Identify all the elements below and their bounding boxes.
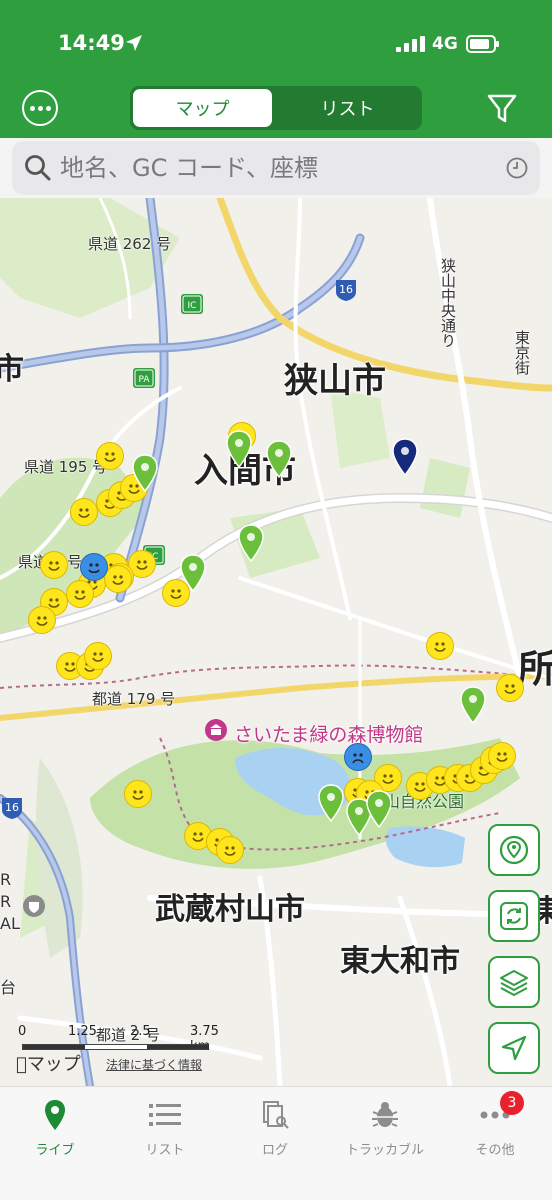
cache-pin[interactable] <box>180 554 206 593</box>
tab-list-view[interactable]: リスト <box>110 1097 220 1158</box>
road-label-kendo262: 県道 262 号 <box>88 235 172 253</box>
poi-label-museum[interactable]: さいたま緑の森博物館 <box>234 720 423 747</box>
apple-maps-logo: マップ <box>16 1054 81 1075</box>
search-icon <box>25 155 51 181</box>
notification-badge: 3 <box>500 1091 524 1115</box>
road-label-right: 東京街 <box>513 330 531 375</box>
military-base-icon <box>23 895 45 917</box>
battery-icon <box>466 35 499 53</box>
tab-list[interactable]: リスト <box>276 89 419 127</box>
tab-more[interactable]: その他 3 <box>440 1091 550 1158</box>
my-location-button[interactable] <box>488 1022 540 1074</box>
tab-log[interactable]: ログ <box>220 1097 330 1158</box>
airbase-letter: AL <box>0 914 20 933</box>
map-pin-icon <box>45 1100 65 1130</box>
geocache-marker[interactable] <box>84 642 112 670</box>
ic-label: IC <box>188 301 197 311</box>
geocache-marker[interactable] <box>488 742 516 770</box>
view-segmented-control: マップ リスト <box>130 86 422 130</box>
search-input[interactable] <box>60 149 500 187</box>
history-clock-icon[interactable] <box>505 156 529 180</box>
log-document-icon <box>263 1101 289 1129</box>
geocache-marker[interactable] <box>66 580 94 608</box>
road-label-kendo195: 県道 195 号 <box>24 458 108 476</box>
location-arrow-icon <box>126 35 142 51</box>
geocache-marker[interactable] <box>28 606 56 634</box>
trackable-bug-icon <box>372 1102 398 1127</box>
geocache-marker[interactable] <box>496 674 524 702</box>
tab-label: その他 <box>475 1143 515 1158</box>
search-bar <box>0 138 552 198</box>
cache-pin[interactable] <box>460 686 486 725</box>
app-header: 14:49 4G マップ リスト <box>0 0 552 138</box>
tab-label: ログ <box>261 1143 288 1158</box>
tab-map[interactable]: マップ <box>133 89 272 127</box>
road-label-todo179: 都道 179 号 <box>92 690 176 708</box>
refresh-map-button[interactable] <box>488 890 540 942</box>
place-label-sayama: 狭山市 <box>284 361 386 401</box>
legal-info-link[interactable]: 法律に基づく情報 <box>106 1056 202 1073</box>
scale-label: 0 <box>18 1024 27 1039</box>
route-16-shield: 16 <box>2 798 22 819</box>
geocache-marker[interactable] <box>426 632 454 660</box>
list-icon <box>149 1104 181 1126</box>
cache-pin[interactable] <box>226 430 252 469</box>
filter-icon[interactable] <box>486 92 518 126</box>
airbase-letter: R <box>0 892 12 911</box>
place-label-musashimurayama: 武蔵村山市 <box>155 892 305 927</box>
radar-location-icon <box>499 835 529 865</box>
geocache-marker[interactable] <box>216 836 244 864</box>
layers-icon <box>500 970 528 996</box>
museum-icon <box>205 719 227 741</box>
cache-pin[interactable] <box>266 440 292 479</box>
route-16-label: 16 <box>339 283 353 296</box>
tab-bar: ライブ リスト ログ トラッカブル その他 3 <box>0 1086 552 1200</box>
cache-pin[interactable] <box>132 454 158 493</box>
cellular-signal-icon <box>396 36 425 52</box>
map-base-layer <box>0 198 552 1086</box>
pa-label: PA <box>138 375 150 385</box>
route-16-shield: 16 <box>336 280 356 301</box>
pa-shield: PA <box>133 368 155 388</box>
geocache-marker[interactable] <box>124 780 152 808</box>
place-label-left-edge: 市 <box>0 352 24 387</box>
geocache-marker[interactable] <box>104 565 132 593</box>
cache-pin[interactable] <box>318 784 344 823</box>
refresh-icon <box>500 902 528 930</box>
ic-shield: IC <box>181 294 203 314</box>
location-arrow-icon <box>501 1035 527 1061</box>
geocache-marker[interactable] <box>96 442 124 470</box>
map-layers-button[interactable] <box>488 956 540 1008</box>
geocache-found-blue[interactable] <box>80 553 108 581</box>
scale-label: 1.25 <box>68 1024 97 1039</box>
route-16-label: 16 <box>5 801 19 814</box>
track-location-button[interactable] <box>488 824 540 876</box>
edge-letter: 台 <box>0 978 17 997</box>
tab-live[interactable]: ライブ <box>0 1097 110 1158</box>
road-label-sayama-chuo: 狭山中央通り <box>439 258 457 348</box>
search-field[interactable] <box>12 141 540 195</box>
cache-pin[interactable] <box>366 790 392 829</box>
geocache-marker[interactable] <box>70 498 98 526</box>
scale-label: 2.5 <box>130 1024 151 1039</box>
cache-pin[interactable] <box>238 524 264 563</box>
tab-label: トラッカブル <box>345 1143 424 1158</box>
more-options-button[interactable] <box>22 90 58 126</box>
tab-trackables[interactable]: トラッカブル <box>330 1097 440 1158</box>
airbase-letter: R <box>0 870 12 889</box>
status-time: 14:49 <box>58 31 125 55</box>
geocache-marker[interactable] <box>40 551 68 579</box>
tab-label: ライブ <box>35 1143 75 1158</box>
place-label-higashiyamato: 東大和市 <box>340 944 460 979</box>
selected-cache-pin[interactable] <box>392 438 418 477</box>
map-view[interactable]: 16 16 IC IC PA 狭山市 入間市 武蔵村山市 東大和市 所 市 東 … <box>0 198 552 1086</box>
geocache-dnf-sad[interactable] <box>344 743 372 771</box>
tab-label: リスト <box>145 1143 185 1158</box>
network-type: 4G <box>432 34 458 54</box>
